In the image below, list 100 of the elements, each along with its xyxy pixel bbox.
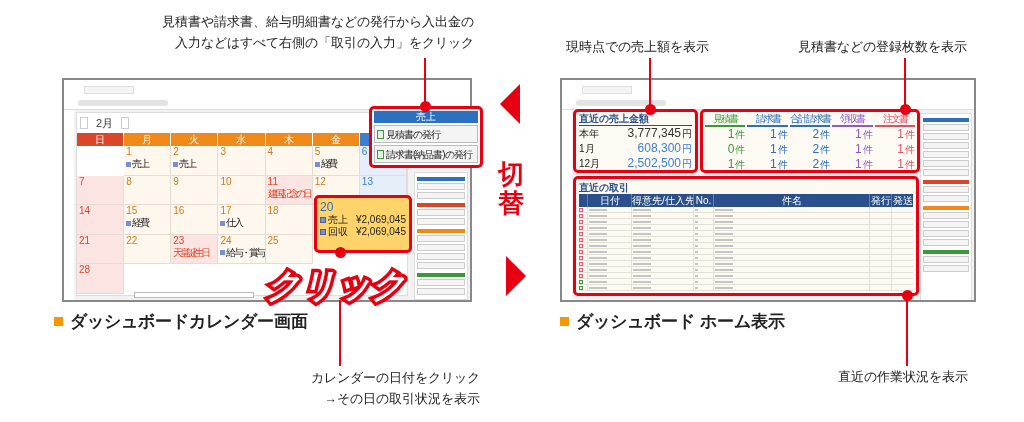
leader-line	[339, 300, 341, 366]
callout-text: 入力などはすべて右側の「取引の入力」をクリック	[175, 35, 474, 52]
memo-field[interactable]	[134, 292, 254, 298]
callout-text: 直近の作業状況を表示	[838, 369, 968, 386]
unit-label: 件	[862, 158, 873, 172]
calendar-cell[interactable]: 14	[77, 205, 125, 235]
unit-label: 件	[777, 158, 788, 172]
day-number: 3	[220, 146, 226, 158]
calendar-cell[interactable]: 21	[77, 234, 125, 264]
amount-value: 608,300	[637, 141, 681, 155]
day-number: 4	[267, 146, 274, 158]
toolbar-control[interactable]	[576, 100, 666, 106]
calendar-cell[interactable]: 23 天皇誕生日	[171, 234, 219, 264]
table-header	[579, 194, 587, 207]
column-header: 合計請求書	[789, 113, 831, 127]
menu-button[interactable]: 見積書の発行	[374, 125, 478, 143]
calendar-cell[interactable]: 3	[218, 146, 266, 176]
calendar-cell[interactable]: 5 経費	[312, 146, 360, 176]
callout-text: 見積書などの登録枚数を表示	[798, 39, 967, 56]
unit-label: 円	[682, 142, 692, 156]
calendar-cell[interactable]: 7	[77, 175, 125, 205]
entry-icon	[126, 220, 132, 226]
calendar-cell[interactable]: 4	[265, 146, 313, 176]
count-value: 1	[727, 157, 735, 171]
count-value: 1	[770, 127, 777, 141]
bullet-icon	[560, 317, 569, 326]
unit-label: 件	[735, 158, 746, 172]
count-value: 2	[812, 142, 820, 156]
column-header: 領収書	[832, 113, 873, 127]
day-number: 2	[173, 146, 179, 158]
calendar-cell[interactable]: 9	[171, 175, 219, 205]
day-number: 8	[126, 175, 132, 188]
unit-label: 件	[777, 143, 788, 157]
day-number: 23	[173, 234, 185, 247]
calendar-cell[interactable]: 1 売上	[124, 146, 172, 176]
section-caption: ダッシュボードカレンダー画面	[70, 311, 308, 333]
day-number: 17	[220, 205, 232, 217]
entry-label: 給与・賞与	[226, 246, 264, 259]
calendar-cell[interactable]: 2 売上	[171, 146, 219, 176]
entry-icon	[173, 161, 179, 167]
day-number: 7	[79, 175, 85, 188]
count-value: 1	[897, 157, 904, 171]
holiday-name: 建国記念の日	[267, 187, 310, 200]
unit-label: 件	[820, 128, 831, 142]
unit-label: 件	[905, 143, 915, 157]
entry-amount: ¥2,069,045	[355, 214, 406, 226]
day-number: 1	[126, 146, 132, 158]
unit-label: 円	[682, 127, 692, 141]
table-header: 件名	[713, 194, 869, 207]
entry-icon	[314, 161, 320, 167]
day-number: 16	[173, 205, 185, 217]
amount-value: 2,502,500	[627, 156, 681, 170]
count-value: 1	[770, 142, 777, 156]
calendar-cell[interactable]: 16	[171, 205, 219, 235]
column-header: 見積書	[705, 113, 746, 127]
unit-label: 件	[862, 128, 873, 142]
calendar-cell[interactable]: 17 仕入	[218, 205, 266, 235]
switch-label: 切替	[498, 160, 524, 218]
unit-label: 件	[905, 158, 915, 172]
unit-label: 件	[820, 143, 831, 157]
calendar-cell[interactable]: 8	[124, 175, 172, 205]
day-number: 22	[126, 234, 138, 247]
day-tooltip[interactable]: 20 売上 ¥2,069,045 回収 ¥2,069,045	[314, 195, 412, 253]
entry-icon	[126, 161, 132, 167]
day-number: 10	[220, 175, 232, 188]
calendar-cell[interactable]: 10	[218, 175, 266, 205]
entry-label: 仕入	[226, 217, 242, 229]
calendar-cell[interactable]: 24 給与・賞与	[218, 234, 266, 264]
count-value: 0	[727, 142, 735, 156]
unit-label: 件	[820, 158, 831, 172]
count-value: 1	[854, 127, 862, 141]
weekday-header: 月	[124, 133, 172, 146]
menu-button[interactable]: 請求書(納品書)の発行	[374, 145, 478, 163]
weekday-header: 水	[218, 133, 266, 146]
unit-label: 件	[777, 128, 788, 142]
prev-button[interactable]	[80, 117, 88, 129]
entry-label: 売上	[132, 158, 148, 170]
callout-text: 現時点での売上額を表示	[566, 39, 709, 56]
row-label: 1月	[579, 142, 595, 156]
entry-label: 経費	[320, 158, 336, 170]
count-value: 1	[727, 127, 735, 141]
weekday-header: 金	[312, 133, 360, 146]
bullet-icon	[54, 317, 63, 326]
tab[interactable]	[582, 86, 632, 94]
calendar-cell[interactable]: 28	[77, 264, 125, 294]
unit-label: 件	[735, 143, 746, 157]
entry-label: 経費	[132, 217, 148, 229]
section-caption: ダッシュボード ホーム表示	[576, 311, 785, 333]
calendar-cell[interactable]: 22	[124, 234, 172, 264]
day-number: 14	[79, 205, 91, 217]
right-arrow-icon	[506, 256, 526, 296]
tab[interactable]	[84, 86, 134, 94]
callout-text: →その日の取引状況を表示	[324, 391, 480, 408]
next-button[interactable]	[121, 117, 130, 129]
day-number: 12	[314, 175, 326, 188]
day-number: 11	[267, 175, 278, 188]
weekday-header: 木	[265, 133, 313, 146]
calendar-cell[interactable]: 18	[265, 205, 313, 235]
calendar-cell[interactable]: 15 経費	[124, 205, 172, 235]
weekday-header: 火	[171, 133, 219, 146]
